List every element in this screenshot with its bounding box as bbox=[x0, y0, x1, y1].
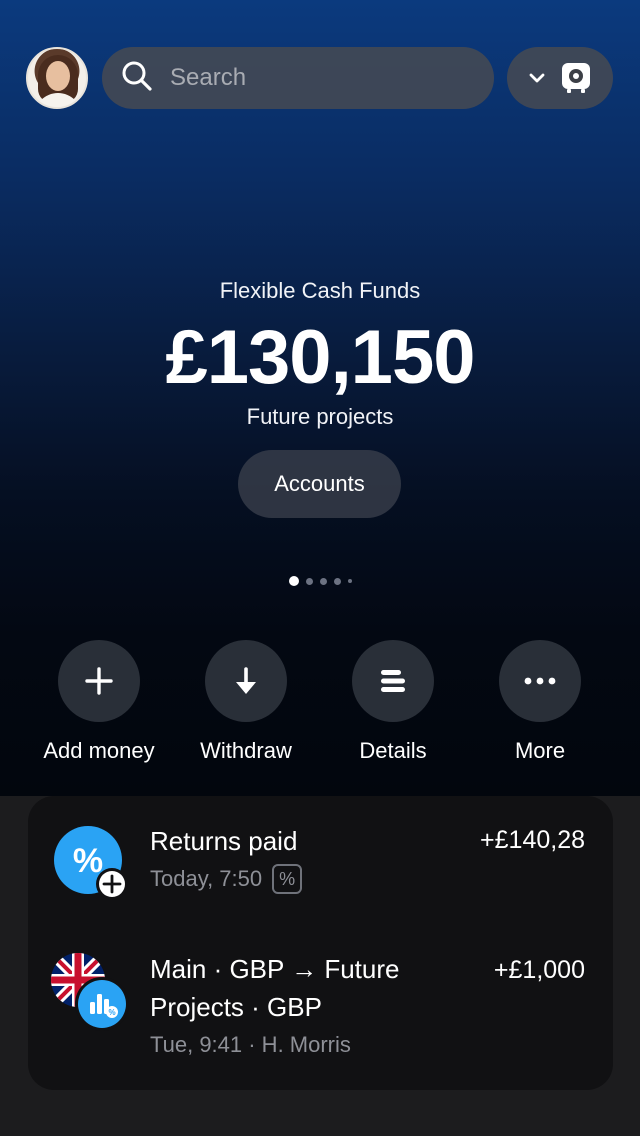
transaction-time: Today, 7:50 bbox=[150, 866, 263, 891]
percent-badge-icon: % bbox=[272, 864, 303, 894]
balance-subtitle: Future projects bbox=[246, 404, 394, 429]
transaction-title: Main · GBP → Future Projects · GBP bbox=[150, 954, 400, 1022]
plus-icon[interactable] bbox=[58, 640, 140, 722]
details-icon[interactable] bbox=[352, 640, 434, 722]
transaction-row[interactable]: % Main · GBP → Future Projects · GBP Tue… bbox=[28, 936, 613, 1090]
more-button[interactable]: More bbox=[470, 640, 610, 764]
search-icon bbox=[120, 59, 154, 98]
page-dot-active[interactable] bbox=[288, 576, 299, 586]
transaction-amount: +£1,000 bbox=[493, 956, 585, 984]
more-label: More bbox=[514, 738, 566, 763]
more-icon[interactable] bbox=[499, 640, 581, 722]
withdraw-label: Withdraw bbox=[200, 738, 292, 763]
transaction-time: Tue, 9:41 · H. Morris bbox=[150, 1032, 351, 1057]
arrow-down-icon[interactable] bbox=[205, 640, 287, 722]
transaction-row[interactable]: % Returns paid Today, 7:50 % +£140,28 bbox=[28, 796, 613, 936]
transaction-meta: Tue, 9:41 · H. Morris bbox=[150, 1032, 351, 1058]
details-label: Details bbox=[359, 738, 427, 763]
percent-icon: % bbox=[54, 826, 130, 907]
avatar[interactable] bbox=[26, 47, 88, 109]
search-bar[interactable] bbox=[102, 47, 494, 109]
page-dot[interactable] bbox=[333, 577, 341, 585]
search-input[interactable] bbox=[170, 64, 470, 92]
add-money-label: Add money bbox=[43, 738, 155, 763]
transaction-title: Returns paid bbox=[150, 826, 298, 856]
transactions-card: % Returns paid Today, 7:50 % +£140,28 % … bbox=[28, 796, 613, 1090]
withdraw-button[interactable]: Withdraw bbox=[176, 640, 316, 764]
svg-text:%: % bbox=[108, 1008, 115, 1017]
balance-amount: £130,150 bbox=[165, 315, 476, 400]
page-dot[interactable] bbox=[305, 577, 313, 585]
page-dot[interactable] bbox=[319, 577, 327, 585]
transaction-amount: +£140,28 bbox=[480, 826, 585, 854]
svg-text:%: % bbox=[73, 842, 103, 880]
balance-label: Flexible Cash Funds bbox=[219, 278, 421, 303]
account-icon bbox=[561, 62, 591, 94]
transaction-meta: Today, 7:50 % bbox=[150, 864, 303, 894]
page-dot[interactable] bbox=[347, 579, 352, 583]
chevron-down-icon bbox=[529, 72, 545, 84]
accounts-button[interactable]: Accounts bbox=[238, 450, 401, 518]
add-money-button[interactable]: Add money bbox=[29, 640, 169, 764]
page-indicator[interactable] bbox=[0, 576, 640, 586]
details-button[interactable]: Details bbox=[323, 640, 463, 764]
account-switcher-button[interactable] bbox=[507, 47, 613, 109]
uk-flag-icon: % bbox=[50, 952, 130, 1037]
